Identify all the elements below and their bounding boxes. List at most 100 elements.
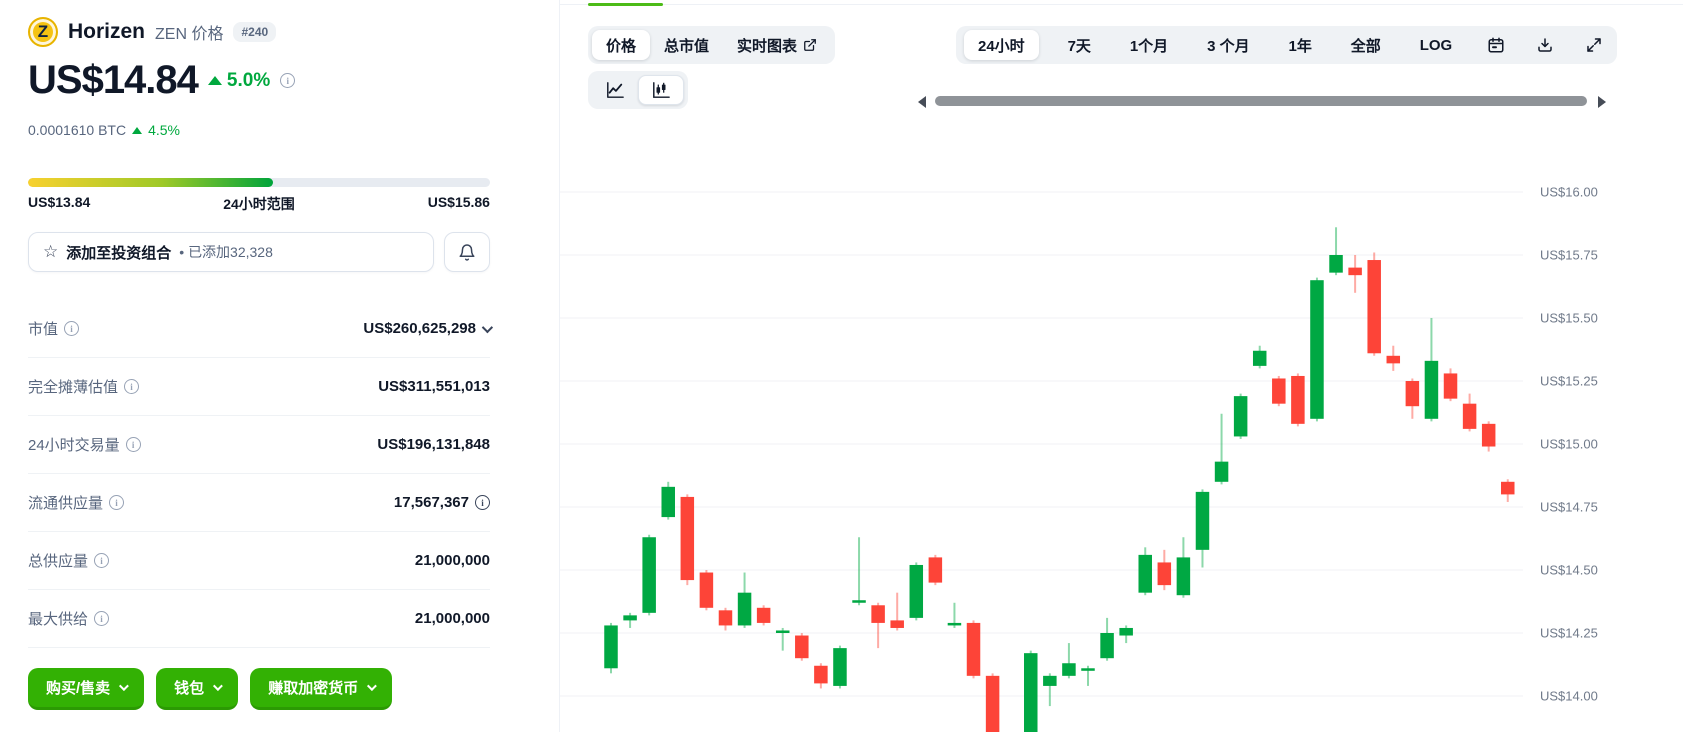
range-全部[interactable]: 全部 [1341, 30, 1391, 60]
action-button-buy-sell[interactable]: 购买/售卖 [28, 668, 145, 710]
candle-body [1157, 562, 1172, 586]
stat-row: 流通供应量 i 17,567,367 i [28, 474, 490, 532]
candle[interactable] [871, 602, 885, 649]
range-label: 1个月 [1129, 37, 1169, 55]
candle[interactable] [928, 554, 943, 586]
candle[interactable] [1348, 255, 1362, 293]
range-24小时[interactable]: 24小时 [964, 30, 1039, 60]
candle[interactable] [1329, 227, 1343, 276]
candle[interactable] [1062, 643, 1076, 679]
price-alert-button[interactable] [444, 232, 490, 272]
range-1个月[interactable]: 1个月 [1120, 30, 1178, 60]
scrollbar-thumb[interactable] [935, 96, 1587, 106]
candle[interactable] [795, 633, 809, 661]
coin-name: Horizen [68, 20, 146, 43]
candle[interactable] [604, 622, 618, 674]
candle[interactable] [1481, 421, 1496, 452]
candle-body [1024, 653, 1038, 732]
candle-body [1062, 663, 1076, 676]
candle[interactable] [642, 534, 656, 616]
candle[interactable] [1386, 345, 1401, 371]
candle[interactable] [966, 620, 981, 679]
range-1年[interactable]: 1年 [1279, 30, 1322, 60]
stat-row: 市值 i US$260,625,298 [28, 300, 494, 358]
price-info-icon[interactable]: i [280, 73, 296, 88]
time-range-selector: 24小时 7天 1个月 3 个月 1年 全部 LOG [956, 26, 1617, 64]
range-label: 3 个月 [1207, 37, 1250, 55]
candle[interactable] [718, 607, 733, 631]
candle[interactable] [1291, 373, 1305, 427]
horizen-logo-icon: Z [28, 17, 58, 47]
calendar-button[interactable] [1481, 30, 1511, 60]
range-label: 24小时 [978, 37, 1025, 55]
candle[interactable] [775, 627, 790, 651]
stat-value-text: US$260,625,298 [363, 320, 476, 337]
candle[interactable] [985, 673, 1000, 732]
candle[interactable] [1462, 393, 1477, 432]
candle[interactable] [1195, 489, 1210, 568]
info-icon[interactable]: i [475, 495, 490, 510]
scroll-right-arrow-icon[interactable] [1598, 96, 1606, 108]
candle[interactable] [833, 645, 847, 689]
range-7天[interactable]: 7天 [1058, 30, 1101, 60]
candle[interactable] [661, 481, 675, 520]
candle-body [1043, 675, 1057, 686]
tab-price[interactable]: 价格 [592, 30, 651, 60]
candle[interactable] [1233, 393, 1248, 439]
action-button-wallet[interactable]: 钱包 [156, 668, 239, 710]
stat-label-text: 流通供应量 [28, 495, 104, 512]
candle[interactable] [699, 570, 714, 611]
candle[interactable] [947, 602, 962, 628]
chevron-down-icon[interactable] [481, 321, 494, 333]
candle[interactable] [1081, 665, 1095, 686]
candle[interactable] [1119, 625, 1133, 644]
download-button[interactable] [1530, 30, 1560, 60]
add-to-portfolio-button[interactable]: ☆ 添加至投资组合 • 已添加32,328 [28, 232, 434, 272]
candle[interactable] [1252, 345, 1267, 369]
tab-market-cap[interactable]: 总市值 [650, 30, 723, 60]
tab-live-chart[interactable]: 实时图表 [723, 30, 831, 60]
candle[interactable] [1367, 252, 1381, 356]
candle[interactable] [1424, 318, 1439, 422]
candle[interactable] [623, 612, 637, 628]
candle[interactable] [1443, 368, 1458, 402]
range-label: LOG [1419, 36, 1453, 54]
candle[interactable] [1310, 277, 1324, 422]
info-icon[interactable]: i [124, 379, 140, 394]
candle[interactable] [1100, 617, 1114, 661]
candle[interactable] [737, 572, 752, 628]
candle-body [604, 625, 618, 669]
candle[interactable] [1024, 650, 1038, 732]
chart-tabs: 价格 总市值 实时图表 [588, 26, 836, 64]
info-icon[interactable]: i [125, 437, 141, 452]
info-icon[interactable]: i [109, 495, 125, 510]
candlestick-chart-svg: US$16.00 US$15.75 US$15.50 US$15.25 US$15.00… [560, 185, 1598, 732]
candle-body [1367, 260, 1381, 354]
scroll-left-arrow-icon[interactable] [918, 96, 926, 108]
y-axis-label: US$14.25 [1540, 626, 1598, 641]
expand-button[interactable] [1579, 30, 1609, 60]
candle[interactable] [1157, 549, 1172, 591]
candle-body [1462, 403, 1477, 429]
range-LOG[interactable]: LOG [1410, 30, 1463, 60]
info-icon[interactable]: i [94, 611, 110, 626]
candle[interactable] [1138, 547, 1152, 596]
candle[interactable] [1176, 537, 1191, 598]
info-icon[interactable]: i [94, 553, 110, 568]
candle[interactable] [1214, 413, 1229, 485]
candlestick-chart[interactable]: US$16.00 US$15.75 US$15.50 US$15.25 US$15.00… [560, 140, 1683, 732]
action-button-earn-crypto[interactable]: 赚取加密货币 [250, 668, 393, 710]
candle[interactable] [1043, 673, 1057, 707]
candle[interactable] [814, 663, 828, 689]
candle[interactable] [1405, 378, 1420, 419]
candle[interactable] [890, 592, 904, 631]
info-icon[interactable]: i [64, 321, 80, 336]
candle[interactable] [756, 605, 771, 626]
candle[interactable] [1272, 375, 1286, 407]
candle[interactable] [1501, 479, 1515, 502]
candle[interactable] [680, 494, 695, 586]
candle[interactable] [909, 562, 924, 621]
candle-body [1405, 381, 1420, 407]
candle[interactable] [852, 537, 866, 606]
range-3个月[interactable]: 3 个月 [1197, 30, 1260, 60]
